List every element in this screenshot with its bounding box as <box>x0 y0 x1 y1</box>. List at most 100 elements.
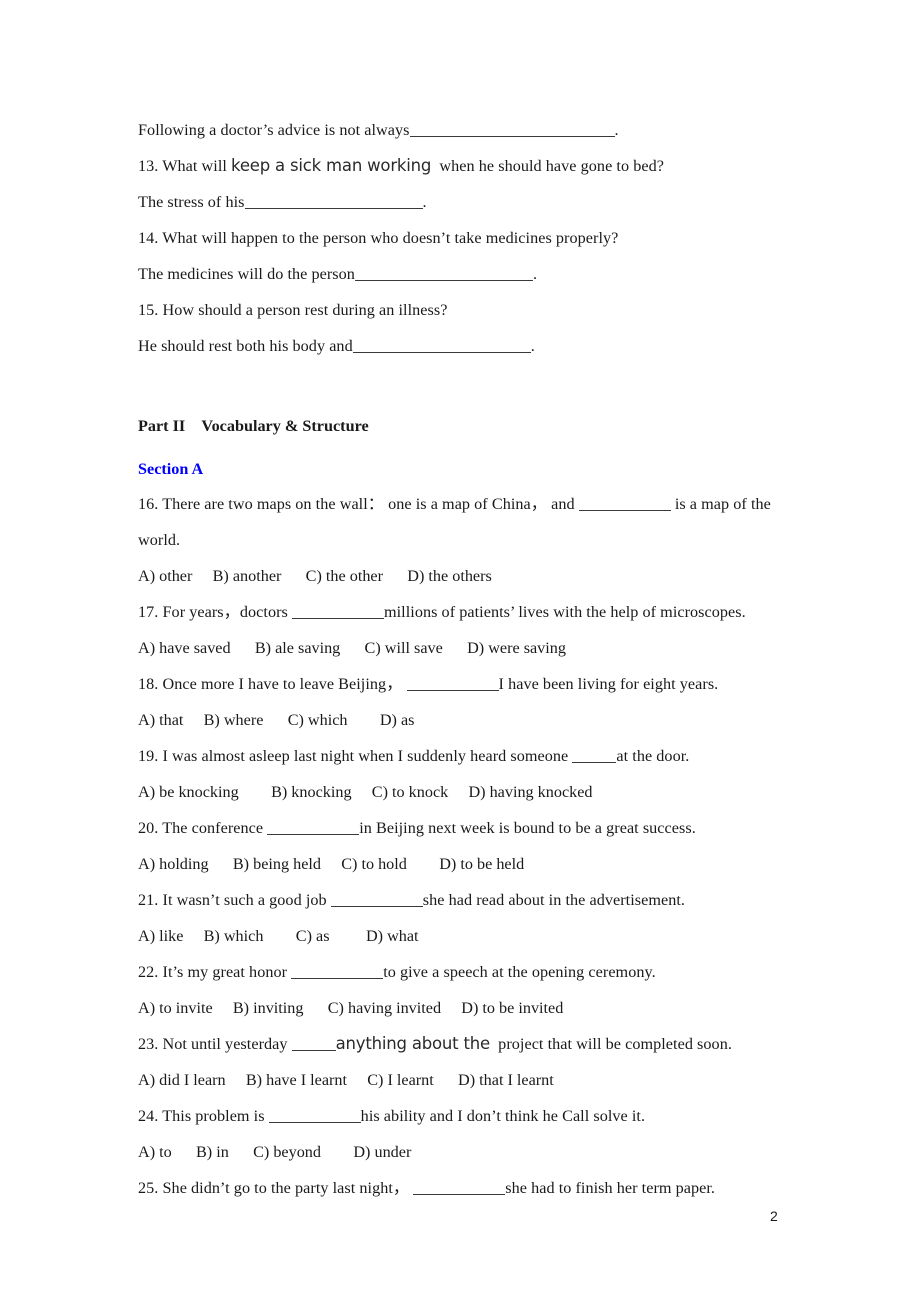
part-ii-heading: Part II Vocabulary & Structure <box>138 417 369 435</box>
question-options-17[interactable]: A) have saved B) ale saving C) will save… <box>138 630 786 666</box>
question-block-24: 24. This problem is his ability and I do… <box>138 1098 786 1170</box>
question-stem-20-before: The conference <box>162 819 268 837</box>
question-options-24[interactable]: A) to B) in C) beyond D) under <box>138 1134 786 1170</box>
question-stem-18-before: Once more I have to leave Beijing， <box>162 675 407 693</box>
question-stem-17-after: millions of patients’ lives with the hel… <box>383 603 746 621</box>
answer-blank[interactable] <box>330 891 423 907</box>
answer-blank[interactable] <box>572 747 617 763</box>
question-stem-22-after: to give a speech at the opening ceremony… <box>383 963 656 981</box>
question-prompt-14: 14. What will happen to the person who d… <box>138 220 786 256</box>
question-options-22[interactable]: A) to invite B) inviting C) having invit… <box>138 990 786 1026</box>
section-a-heading: Section A <box>138 460 204 478</box>
question-block-19: 19. I was almost asleep last night when … <box>138 738 786 810</box>
answer-blank[interactable] <box>291 1035 336 1051</box>
question-number-25: 25. <box>138 1179 159 1197</box>
question-number-17: 17. <box>138 603 159 621</box>
question-block-16: 16. There are two maps on the wall： one … <box>138 486 786 594</box>
question-number-14: 14. <box>138 229 159 247</box>
page-number: 2 <box>770 1208 778 1224</box>
question-stem-18: 18. Once more I have to leave Beijing， I… <box>138 666 786 702</box>
page-content: Following a doctor’s advice is not alway… <box>138 112 786 1206</box>
question-number-22: 22. <box>138 963 159 981</box>
question-stem-17-before: For years，doctors <box>162 603 292 621</box>
question-stem-21-after: she had read about in the advertisement. <box>422 891 686 909</box>
question-stem-21: 21. It wasn’t such a good job she had re… <box>138 882 786 918</box>
question-block-17: 17. For years，doctors millions of patien… <box>138 594 786 666</box>
answer-line-15: He should rest both his body and. <box>138 328 786 364</box>
question-text-13-before: What will <box>162 157 232 175</box>
heading-spacer <box>138 444 786 452</box>
question-stem-16-before: There are two maps on the wall： one is a… <box>162 495 579 513</box>
question-stem-25: 25. She didn’t go to the party last nigh… <box>138 1170 786 1206</box>
answer-blank[interactable] <box>352 337 531 353</box>
question-options-18[interactable]: A) that B) where C) which D) as <box>138 702 786 738</box>
intro-answer-before: Following a doctor’s advice is not alway… <box>138 121 410 139</box>
question-stem-23-after: project that will be completed soon. <box>489 1035 732 1053</box>
answer-line-14: The medicines will do the person. <box>138 256 786 292</box>
question-stem-20: 20. The conference in Beijing next week … <box>138 810 786 846</box>
question-options-16[interactable]: A) other B) another C) the other D) the … <box>138 558 786 594</box>
question-block-22: 22. It’s my great honor to give a speech… <box>138 954 786 1026</box>
question-stem-22-before: It’s my great honor <box>162 963 292 981</box>
question-stem-19: 19. I was almost asleep last night when … <box>138 738 786 774</box>
question-prompt-15: 15. How should a person rest during an i… <box>138 292 786 328</box>
document-page: Following a doctor’s advice is not alway… <box>0 0 920 1302</box>
question-block-13: 13. What will keep a sick man working wh… <box>138 148 786 220</box>
question-block-20: 20. The conference in Beijing next week … <box>138 810 786 882</box>
question-stem-18-after: I have been living for eight years. <box>498 675 719 693</box>
answer-blank[interactable] <box>268 1107 361 1123</box>
question-stem-24: 24. This problem is his ability and I do… <box>138 1098 786 1134</box>
answer-blank[interactable] <box>413 1179 506 1195</box>
question-options-21[interactable]: A) like B) which C) as D) what <box>138 918 786 954</box>
question-text-14-before: What will happen to the person who doesn… <box>162 229 619 247</box>
question-number-15: 15. <box>138 301 159 319</box>
question-prompt-13: 13. What will keep a sick man working wh… <box>138 148 786 184</box>
question-stem-19-after: at the door. <box>616 747 690 765</box>
question-stem-25-before: She didn’t go to the party last night， <box>162 1179 414 1197</box>
question-options-23[interactable]: A) did I learn B) have I learnt C) I lea… <box>138 1062 786 1098</box>
question-stem-25-after: she had to finish her term paper. <box>505 1179 716 1197</box>
question-block-14: 14. What will happen to the person who d… <box>138 220 786 292</box>
question-stem-23-before: Not until yesterday <box>162 1035 292 1053</box>
answer-blank[interactable] <box>267 819 360 835</box>
answer-blank[interactable] <box>578 495 671 511</box>
answer-text-15-before: He should rest both his body and <box>138 337 353 355</box>
question-stem-19-before: I was almost asleep last night when I su… <box>162 747 573 765</box>
question-stem-22: 22. It’s my great honor to give a speech… <box>138 954 786 990</box>
answer-blank[interactable] <box>291 963 384 979</box>
question-number-24: 24. <box>138 1107 159 1125</box>
question-block-21: 21. It wasn’t such a good job she had re… <box>138 882 786 954</box>
question-number-20: 20. <box>138 819 159 837</box>
question-block-18: 18. Once more I have to leave Beijing， I… <box>138 666 786 738</box>
question-number-13: 13. <box>138 157 159 175</box>
question-stem-24-after: his ability and I don’t think he Call so… <box>360 1107 646 1125</box>
question-block-15: 15. How should a person rest during an i… <box>138 292 786 364</box>
question-text-13-alt: keep a sick man working <box>231 156 432 175</box>
question-text-15-before: How should a person rest during an illne… <box>162 301 448 319</box>
question-number-23: 23. <box>138 1035 159 1053</box>
answer-text-14-before: The medicines will do the person <box>138 265 355 283</box>
question-stem-16: 16. There are two maps on the wall： one … <box>138 486 786 558</box>
answer-text-14-after: . <box>532 265 538 283</box>
question-stem-17: 17. For years，doctors millions of patien… <box>138 594 786 630</box>
answer-blank[interactable] <box>409 121 615 137</box>
question-stem-20-after: in Beijing next week is bound to be a gr… <box>359 819 696 837</box>
question-options-19[interactable]: A) be knocking B) knocking C) to knock D… <box>138 774 786 810</box>
question-stem-23-alt: anything about the <box>335 1034 491 1053</box>
question-stem-23: 23. Not until yesterday anything about t… <box>138 1026 786 1062</box>
answer-blank[interactable] <box>244 193 423 209</box>
answer-blank[interactable] <box>406 675 499 691</box>
answer-blank[interactable] <box>354 265 533 281</box>
answer-blank[interactable] <box>291 603 384 619</box>
intro-answer-line: Following a doctor’s advice is not alway… <box>138 112 786 148</box>
question-number-18: 18. <box>138 675 159 693</box>
question-block-23: 23. Not until yesterday anything about t… <box>138 1026 786 1098</box>
question-options-20[interactable]: A) holding B) being held C) to hold D) t… <box>138 846 786 882</box>
intro-answer-after: . <box>614 121 619 139</box>
question-number-19: 19. <box>138 747 159 765</box>
answer-text-13-before: The stress of his <box>138 193 245 211</box>
question-number-16: 16. <box>138 495 159 513</box>
question-block-25: 25. She didn’t go to the party last nigh… <box>138 1170 786 1206</box>
answer-line-13: The stress of his. <box>138 184 786 220</box>
